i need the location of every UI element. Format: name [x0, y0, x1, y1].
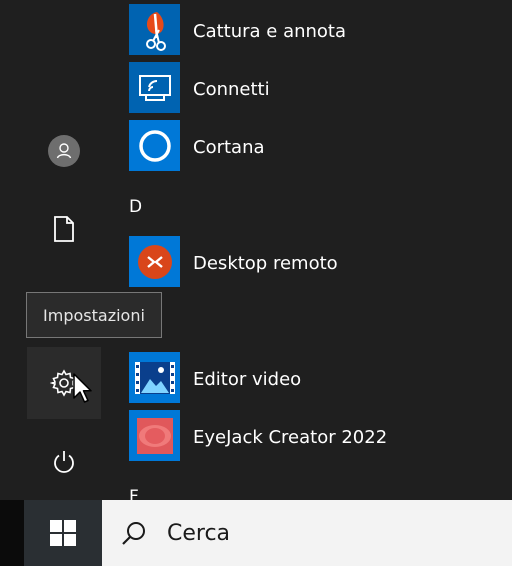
connect-tile: [129, 62, 180, 113]
app-label: EyeJack Creator 2022: [193, 426, 388, 448]
taskbar: [24, 500, 512, 566]
video-editor-icon: [134, 361, 175, 394]
search-icon: [122, 522, 145, 545]
app-label: Cortana: [193, 136, 265, 158]
connect-icon: [138, 74, 171, 101]
eyejack-tile: [129, 410, 180, 461]
eyejack-icon: [136, 417, 173, 454]
document-icon: [54, 216, 74, 242]
user-account-button[interactable]: [27, 115, 101, 187]
app-label: Desktop remoto: [193, 252, 338, 274]
taskbar-search-box[interactable]: [102, 500, 512, 566]
user-icon: [48, 135, 80, 167]
remote-desktop-icon: [137, 244, 172, 279]
documents-button[interactable]: [27, 193, 101, 265]
snip-sketch-icon: [145, 11, 166, 51]
app-item-connetti[interactable]: Connetti: [102, 62, 512, 116]
cortana-tile: [129, 120, 180, 171]
app-list: Cattura e annota Connetti Cortana D Desk…: [102, 0, 512, 500]
video-editor-tile: [129, 352, 180, 403]
start-menu: Cattura e annota Connetti Cortana D Desk…: [0, 0, 512, 500]
app-item-editor-video[interactable]: Editor video: [102, 352, 512, 406]
app-item-cortana[interactable]: Cortana: [102, 120, 512, 174]
app-item-desktop-remoto[interactable]: Desktop remoto: [102, 236, 512, 290]
app-item-cattura-e-annota[interactable]: Cattura e annota: [102, 4, 512, 58]
gear-icon: [50, 369, 78, 397]
settings-button[interactable]: [27, 347, 101, 419]
app-item-eyejack-creator[interactable]: EyeJack Creator 2022: [102, 410, 512, 464]
cortana-icon: [138, 129, 171, 162]
search-input[interactable]: [167, 500, 497, 566]
snip-sketch-tile: [129, 4, 180, 55]
app-label: Editor video: [193, 368, 302, 390]
power-icon: [54, 451, 74, 473]
settings-tooltip: Impostazioni: [26, 292, 162, 338]
start-menu-rail: [24, 0, 102, 500]
settings-tooltip-text: Impostazioni: [43, 305, 145, 325]
app-label: Connetti: [193, 78, 270, 100]
app-label: Cattura e annota: [193, 20, 347, 42]
windows-logo-icon: [50, 520, 76, 546]
power-button[interactable]: [27, 426, 101, 498]
start-button[interactable]: [24, 500, 102, 566]
section-header-d[interactable]: D: [129, 197, 142, 217]
section-header-f[interactable]: F: [129, 487, 139, 500]
remote-desktop-tile: [129, 236, 180, 287]
